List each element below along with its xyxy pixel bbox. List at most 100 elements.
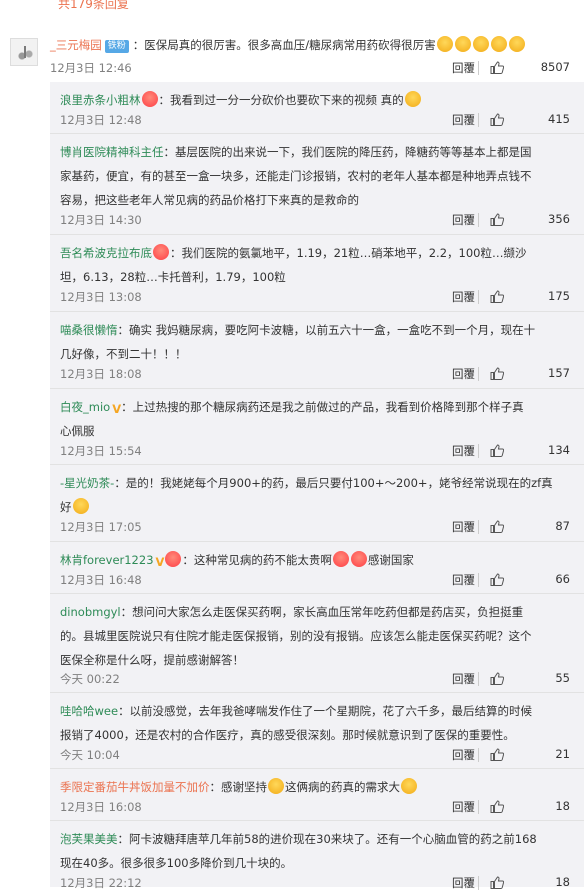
reply-button[interactable]: 回覆 bbox=[452, 875, 475, 891]
reply-button[interactable]: 回覆 bbox=[452, 747, 475, 763]
thumb-up-icon bbox=[490, 61, 504, 74]
reply-body-line: 的。县城里医院说只有住院才能走医保报销，别的没有报销。应该怎么能走医保买药呢？这… bbox=[60, 629, 532, 643]
thumb-up-icon bbox=[490, 113, 504, 126]
like-button[interactable]: 66 bbox=[478, 572, 570, 588]
like-count: 66 bbox=[555, 572, 570, 586]
reply-button[interactable]: 回覆 bbox=[452, 799, 475, 815]
reply-username[interactable]: 博肖医院精神科主任 bbox=[60, 145, 164, 159]
reply-body-line: ：确实 我妈糖尿病，要吃阿卡波糖，以前五六十一盒，一盒吃不到一个月，现在十 bbox=[117, 323, 536, 337]
thumb-up-icon bbox=[490, 444, 504, 457]
reply-body-line: ：基层医院的出来说一下，我们医院的降压药，降糖药等等基本上都是国 bbox=[163, 145, 532, 159]
main-comment-text: _三元梅园 铁粉 ：医保局真的很厉害。很多高血压/糖尿病常用药砍得很厉害 bbox=[50, 36, 564, 54]
thumb-up-icon bbox=[490, 213, 504, 226]
thumb-up-icon bbox=[490, 748, 504, 761]
main-comment-meta: 12月3日 12:46 回覆 8507 bbox=[50, 60, 570, 76]
like-button[interactable]: 415 bbox=[478, 112, 570, 128]
fan-badge: 铁粉 bbox=[104, 40, 129, 53]
reply-body-line: 现在40多。很多很多100多降价到几十块的。 bbox=[60, 856, 293, 870]
reply-username[interactable]: dinobmgyl bbox=[60, 605, 121, 619]
like-button[interactable]: 175 bbox=[478, 289, 570, 305]
replies-panel: 浪里赤条小粗林 ：我看到过一分一分砍价也要砍下来的视频 真的 12月3日 12:4… bbox=[50, 82, 584, 890]
reply-button[interactable]: 回覆 bbox=[452, 572, 475, 588]
reply-username[interactable]: 白夜_mio bbox=[60, 400, 110, 414]
reply-text: 哇哈哈wee：以前没感觉，去年我爸哮喘发作住了一个星期院，花了六千多，最后结算的… bbox=[60, 699, 572, 747]
reply-item: 喵桑很懒惰：确实 我妈糖尿病，要吃阿卡波糖，以前五六十一盒，一盒吃不到一个月，现… bbox=[50, 312, 584, 389]
reply-button[interactable]: 回覆 bbox=[452, 671, 475, 687]
reply-username[interactable]: -星光奶茶- bbox=[60, 476, 114, 490]
crying-emoji-icon bbox=[72, 498, 89, 514]
main-username[interactable]: _三元梅园 bbox=[50, 38, 102, 52]
vip-icon bbox=[165, 551, 182, 567]
reply-username[interactable]: 泡芙果美美 bbox=[60, 832, 118, 846]
reply-body-line: ：阿卡波糖拜唐苹几年前58的进价现在30来块了。还有一个心脑血管的药之前168 bbox=[117, 832, 537, 846]
reply-button[interactable]: 回覆 bbox=[452, 519, 475, 535]
like-count: 18 bbox=[555, 799, 570, 813]
reply-button[interactable]: 回覆 bbox=[452, 212, 475, 228]
reply-item: -星光奶茶-：是的！我姥姥每个月900+的药，最后只要付100+～200+，姥爷… bbox=[50, 465, 584, 542]
reply-date: 12月3日 18:08 bbox=[60, 367, 142, 381]
more-replies-bar[interactable]: 共179条回复 bbox=[50, 0, 584, 14]
reply-meta: 12月3日 14:30 回覆 356 bbox=[60, 212, 570, 228]
reply-body-line: 家基药，便宜，有的甚至一盒一块多，还能走门诊报销，农村的老年人基本都是种地弄点钱… bbox=[60, 169, 532, 183]
like-button[interactable]: 87 bbox=[478, 519, 570, 535]
like-button[interactable]: 8507 bbox=[478, 60, 570, 76]
reply-body: ：这种常见病的药不能太贵啊 bbox=[182, 553, 332, 567]
reply-button[interactable]: 回覆 bbox=[452, 289, 475, 305]
thumb-up-icon bbox=[490, 573, 504, 586]
like-count: 8507 bbox=[540, 60, 570, 74]
more-replies-link[interactable]: 共179条回复 bbox=[58, 0, 129, 12]
reply-body: ：我看到过一分一分砍价也要砍下来的视频 真的 bbox=[158, 93, 404, 107]
main-comment-body: ：医保局真的很厉害。很多高血压/糖尿病常用药砍得很厉害 bbox=[132, 38, 436, 52]
reply-button[interactable]: 回覆 bbox=[452, 60, 475, 76]
comment-thread: 共179条回复 _三元梅园 铁粉 ：医保局真的很厉害。很多高血压/糖尿病常用药砍得很… bbox=[0, 0, 584, 890]
reply-username[interactable]: 哇哈哈wee bbox=[60, 704, 118, 718]
reply-button[interactable]: 回覆 bbox=[452, 112, 475, 128]
like-button[interactable]: 55 bbox=[478, 671, 570, 687]
like-count: 175 bbox=[548, 289, 570, 303]
avatar[interactable] bbox=[10, 38, 38, 66]
like-count: 55 bbox=[555, 671, 570, 685]
reply-username[interactable]: 林肯forever1223 bbox=[60, 553, 154, 567]
reply-username[interactable]: 喵桑很懒惰 bbox=[60, 323, 118, 337]
reply-body-line: 好 bbox=[60, 500, 72, 514]
like-button[interactable]: 18 bbox=[478, 875, 570, 891]
reply-date: 12月3日 16:08 bbox=[60, 800, 142, 814]
separator bbox=[478, 520, 479, 534]
reply-button[interactable]: 回覆 bbox=[452, 366, 475, 382]
reply-meta: 12月3日 12:48 回覆 415 bbox=[60, 112, 570, 128]
reply-body: ：感谢坚持 bbox=[209, 780, 268, 794]
reply-username[interactable]: 浪里赤条小粗林 bbox=[60, 93, 141, 107]
reply-item: 白夜_mio V：上过热搜的那个糖尿病药还是我之前做过的产品，我看到价格降到那个样… bbox=[50, 389, 584, 465]
separator bbox=[478, 672, 479, 686]
like-button[interactable]: 356 bbox=[478, 212, 570, 228]
separator bbox=[478, 876, 479, 890]
separator bbox=[478, 573, 479, 587]
like-button[interactable]: 21 bbox=[478, 747, 570, 763]
reply-text: 白夜_mio V：上过热搜的那个糖尿病药还是我之前做过的产品，我看到价格降到那个样… bbox=[60, 395, 572, 443]
reply-username[interactable]: 季限定番茄牛丼饭加量不加价 bbox=[60, 780, 210, 794]
reply-text: 林肯forever1223 V ：这种常见病的药不能太贵啊 感谢国家 bbox=[60, 548, 572, 572]
reply-meta: 12月3日 18:08 回覆 157 bbox=[60, 366, 570, 382]
reply-text: 浪里赤条小粗林 ：我看到过一分一分砍价也要砍下来的视频 真的 bbox=[60, 88, 572, 112]
reply-date: 12月3日 17:05 bbox=[60, 520, 142, 534]
verified-v-icon: V bbox=[112, 402, 122, 416]
crying-emoji-icon bbox=[268, 778, 284, 794]
reply-button[interactable]: 回覆 bbox=[452, 443, 475, 459]
reply-item: 博肖医院精神科主任：基层医院的出来说一下，我们医院的降压药，降糖药等等基本上都是… bbox=[50, 134, 584, 235]
separator bbox=[478, 213, 479, 227]
reply-body-end: 感谢国家 bbox=[367, 553, 414, 567]
like-button[interactable]: 157 bbox=[478, 366, 570, 382]
like-button[interactable]: 134 bbox=[478, 443, 570, 459]
reply-item: 哇哈哈wee：以前没感觉，去年我爸哮喘发作住了一个星期院，花了六千多，最后结算的… bbox=[50, 693, 584, 769]
separator bbox=[478, 444, 479, 458]
reply-text: 泡芙果美美：阿卡波糖拜唐苹几年前58的进价现在30来块了。还有一个心脑血管的药之… bbox=[60, 827, 572, 875]
reply-meta: 12月3日 22:12 回覆 18 bbox=[60, 875, 570, 891]
thumb-up-icon bbox=[490, 520, 504, 533]
reply-username[interactable]: 吾名希波克拉布底 bbox=[60, 246, 152, 260]
like-button[interactable]: 18 bbox=[478, 799, 570, 815]
thumb-up-icon bbox=[490, 290, 504, 303]
reply-item: 林肯forever1223 V ：这种常见病的药不能太贵啊 感谢国家 12月3日 16… bbox=[50, 542, 584, 594]
separator bbox=[478, 61, 479, 75]
thumb-up-icon bbox=[490, 876, 504, 889]
thumb-up-icon bbox=[490, 367, 504, 380]
